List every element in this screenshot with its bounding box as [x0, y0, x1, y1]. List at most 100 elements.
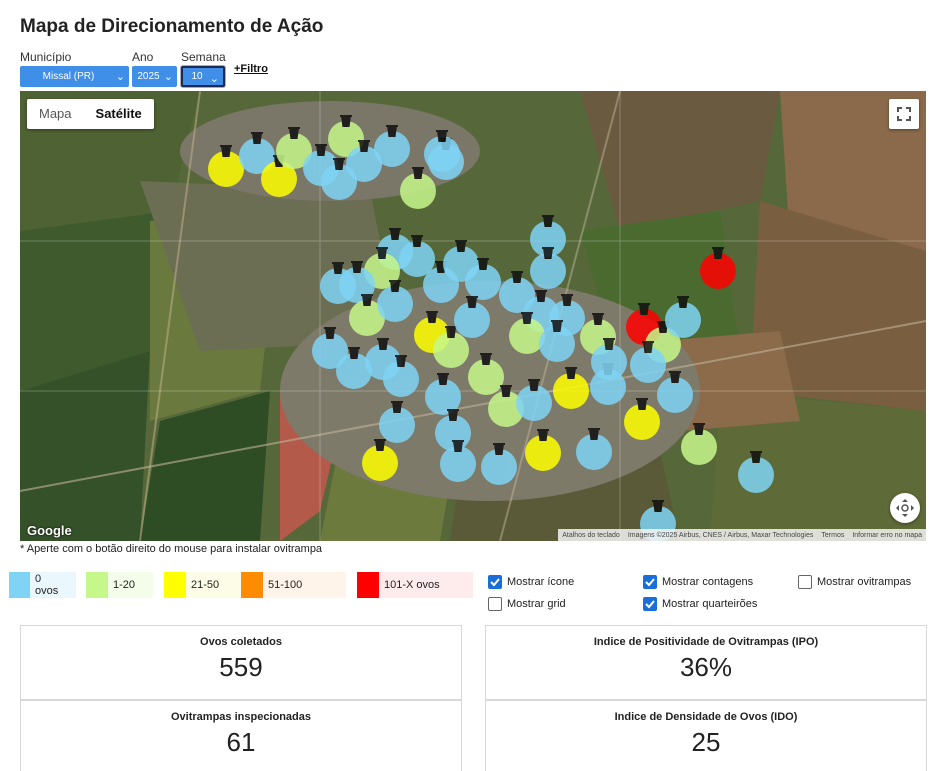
- ovitrap-icon: [437, 373, 449, 385]
- checkbox-checked-icon: [643, 597, 657, 611]
- filter-municipio: Município Missal (PR) ⌄: [20, 50, 129, 87]
- more-filter-link[interactable]: +Filtro: [234, 63, 268, 75]
- ovitrap-marker[interactable]: [624, 398, 660, 440]
- satellite-map[interactable]: Mapa Satélite Google Atalhos do teclado …: [20, 91, 926, 541]
- chevron-down-icon: ⌄: [163, 71, 173, 83]
- ovitrap-icon: [324, 327, 336, 339]
- ovitrap-marker[interactable]: [700, 247, 736, 289]
- ovitrap-icon: [592, 313, 604, 325]
- ovitrap-marker[interactable]: [525, 429, 561, 471]
- ovitrap-marker[interactable]: [539, 320, 575, 362]
- show-icon-checkbox[interactable]: Mostrar ícone: [488, 575, 574, 589]
- ovitrap-icon: [389, 228, 401, 240]
- legend-swatch: [241, 572, 263, 598]
- ovitrap-marker[interactable]: [400, 167, 436, 209]
- ovitrap-marker[interactable]: [440, 440, 476, 482]
- ovitrap-icon: [480, 353, 492, 365]
- ovitrap-icon: [436, 130, 448, 142]
- imagery-credit: Imagens ©2025 Airbus, CNES / Airbus, Max…: [627, 531, 814, 539]
- ano-select[interactable]: 2025 ⌄: [132, 66, 177, 87]
- map-camera-control-button[interactable]: [890, 493, 920, 523]
- ovitrap-marker[interactable]: [553, 367, 589, 409]
- stat-label: Ovos coletados: [200, 636, 282, 648]
- map-type-map-button[interactable]: Mapa: [27, 99, 84, 129]
- checkbox-checked-icon: [643, 575, 657, 589]
- legend-label: 51-100: [268, 579, 303, 591]
- checkbox-label: Mostrar ovitrampas: [817, 576, 912, 588]
- municipio-value: Missal (PR): [42, 71, 95, 82]
- install-note: * Aperte com o botão direito do mouse pa…: [20, 543, 323, 555]
- ovitrap-marker[interactable]: [738, 451, 774, 493]
- stat-card-ipo: Indice de Positividade de Ovitrampas (IP…: [485, 625, 927, 700]
- legend-item-1-20: 1-20: [86, 572, 153, 598]
- ovitrap-marker[interactable]: [481, 443, 517, 485]
- filter-semana: Semana 10 ⌄: [181, 50, 226, 87]
- checkbox-label: Mostrar contagens: [662, 576, 754, 588]
- terms-link[interactable]: Termos: [821, 532, 844, 539]
- show-grid-checkbox[interactable]: Mostrar grid: [488, 597, 566, 611]
- semana-select[interactable]: 10 ⌄: [181, 66, 225, 87]
- map-type-toggle: Mapa Satélite: [27, 99, 154, 129]
- legend-label: 21-50: [191, 579, 220, 591]
- ovitrap-marker[interactable]: [362, 439, 398, 481]
- ovitrap-icon: [642, 341, 654, 353]
- ovitrap-marker[interactable]: [374, 125, 410, 167]
- ovitrap-icon: [426, 311, 438, 323]
- ovitrap-icon: [535, 290, 547, 302]
- stat-label: Indice de Positividade de Ovitrampas (IP…: [593, 636, 819, 648]
- legend-label: 101-X ovos: [384, 579, 440, 591]
- ovitrap-marker[interactable]: [657, 371, 693, 413]
- ovitrap-icon: [315, 144, 327, 156]
- checkbox-unchecked-icon: [798, 575, 812, 589]
- ovitrap-marker[interactable]: [681, 423, 717, 465]
- legend-swatch: [357, 572, 379, 598]
- show-blocks-checkbox[interactable]: Mostrar quarteirões: [643, 597, 757, 611]
- ovitrap-marker[interactable]: [630, 341, 666, 383]
- municipio-label: Município: [20, 50, 72, 64]
- show-counts-checkbox[interactable]: Mostrar contagens: [643, 575, 753, 589]
- checkbox-unchecked-icon: [488, 597, 502, 611]
- ovitrap-icon: [351, 261, 363, 273]
- ovitrap-icon: [493, 443, 505, 455]
- ovitrap-icon: [389, 280, 401, 292]
- ovitrap-icon: [542, 247, 554, 259]
- map-attribution: Atalhos do teclado Imagens ©2025 Airbus,…: [558, 529, 926, 541]
- ovitrap-marker[interactable]: [454, 296, 490, 338]
- ovitrap-marker[interactable]: [516, 379, 552, 421]
- ovitrap-icon: [376, 247, 388, 259]
- ovitrap-icon: [455, 240, 467, 252]
- ovitrap-icon: [412, 167, 424, 179]
- municipio-select[interactable]: Missal (PR) ⌄: [20, 66, 129, 87]
- ovitrap-icon: [537, 429, 549, 441]
- ovitrap-marker[interactable]: [433, 326, 469, 368]
- semana-label: Semana: [181, 50, 226, 64]
- ovitrap-marker[interactable]: [576, 428, 612, 470]
- ovitrap-icon: [693, 423, 705, 435]
- ovitrap-icon: [677, 296, 689, 308]
- ovitrap-icon: [358, 140, 370, 152]
- legend-swatch: [9, 572, 31, 598]
- stat-value: 559: [219, 652, 263, 682]
- ovitrap-icon: [333, 158, 345, 170]
- ovitrap-icon: [377, 338, 389, 350]
- ovitrap-marker[interactable]: [530, 247, 566, 289]
- ovitrap-icon: [652, 500, 664, 512]
- ovitrap-marker[interactable]: [320, 262, 356, 304]
- stat-value: 61: [226, 727, 256, 757]
- ovitrap-icon: [447, 409, 459, 421]
- stat-value: 36%: [679, 652, 733, 682]
- map-type-satellite-button[interactable]: Satélite: [84, 99, 154, 129]
- ovitrap-icon: [561, 294, 573, 306]
- ovitrap-icon: [565, 367, 577, 379]
- keyboard-shortcuts-link[interactable]: Atalhos do teclado: [562, 532, 620, 539]
- show-ovitraps-checkbox[interactable]: Mostrar ovitrampas: [798, 575, 911, 589]
- ovitrap-marker[interactable]: [424, 130, 460, 172]
- ovitrap-marker[interactable]: [383, 355, 419, 397]
- ovitrap-icon: [340, 115, 352, 127]
- fullscreen-button[interactable]: [889, 99, 919, 129]
- google-logo: Google: [27, 523, 72, 538]
- report-error-link[interactable]: Informar erro no mapa: [852, 532, 922, 539]
- ovitrap-marker[interactable]: [591, 338, 627, 380]
- ovitrap-marker[interactable]: [665, 296, 701, 338]
- ovitrap-marker[interactable]: [377, 280, 413, 322]
